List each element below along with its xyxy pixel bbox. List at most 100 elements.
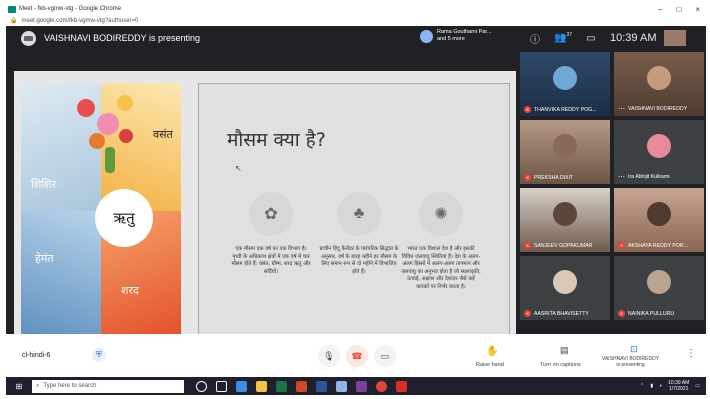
file-explorer-icon[interactable] <box>256 380 267 392</box>
ritu-center-label: ऋतु <box>95 189 153 247</box>
shield-icon[interactable]: ⛨ <box>92 348 106 362</box>
participant-avatar <box>553 66 577 90</box>
edge-icon[interactable] <box>236 380 247 392</box>
camera-button[interactable]: ▭ <box>374 345 396 367</box>
minimize-button[interactable]: – <box>658 5 662 14</box>
chrome-icon[interactable] <box>376 380 387 392</box>
close-button[interactable]: × <box>695 5 700 14</box>
participant-avatar <box>647 66 671 90</box>
slide-column-text: एक मौसम एक वर्ष का एक विभाग है। पृथ्वी क… <box>231 246 311 275</box>
participant-tile[interactable]: ⋯ VAISHNAVI BODIREDDY <box>614 52 704 116</box>
participant-tile[interactable]: ⋯ Ira Abhijit Kulkarni <box>614 120 704 184</box>
search-placeholder: Type here to search <box>43 383 97 389</box>
excel-icon[interactable] <box>276 380 287 392</box>
acrobat-icon[interactable] <box>396 380 407 392</box>
participant-name: THANVIKA REDDY POG... <box>534 106 597 113</box>
address-bar[interactable]: 🔒 meet.google.com/fkb-vgmw-vtg?authuser=… <box>6 15 706 26</box>
leave-call-button[interactable]: ☎ <box>346 345 368 367</box>
participant-tile[interactable]: ✕ NAINIKA PULLURU <box>614 256 704 320</box>
volume-icon[interactable]: ◖ <box>659 383 662 389</box>
participant-avatar <box>553 270 577 294</box>
participant-tile[interactable]: ✕ SANJEEV GOPAKUMAR <box>520 188 610 252</box>
participant-name: AKSHAYA REDDY POR... <box>628 242 688 249</box>
mic-off-icon: ✕ <box>618 310 625 317</box>
mic-off-icon: ✕ <box>618 242 625 249</box>
presenting-suffix: is presenting <box>616 362 645 368</box>
meeting-code: cl-hindi-6 <box>22 352 51 359</box>
slide-content: मौसम क्या है? ↖ ✿ एक मौसम एक वर्ष का एक … <box>198 83 510 339</box>
speaker-more: and 5 more <box>437 36 465 42</box>
speaker-name: Rama Gouthami Par... <box>437 29 492 35</box>
slide-title: मौसम क्या है? <box>227 129 326 151</box>
hand-icon[interactable]: ✋ <box>486 346 498 357</box>
powerpoint-icon[interactable] <box>296 380 307 392</box>
mic-icon: 🎙 <box>323 350 335 361</box>
browser-title-bar: Meet - fkb-vgmw-vtg - Google Chrome – □ … <box>6 4 706 14</box>
search-icon: ⌕ <box>36 382 40 389</box>
participant-avatar <box>647 134 671 158</box>
windows-taskbar: ⊞ ⌕ Type here to search ⌃ ▮ ◖ 10:39 AM 1… <box>6 377 706 395</box>
maximize-button[interactable]: □ <box>676 5 681 14</box>
system-tray: ⌃ ▮ ◖ 10:39 AM 1/7/2021 ▭ <box>640 380 706 392</box>
season-sharad: शरद <box>121 284 139 297</box>
participant-name: Ira Abhijit Kulkarni <box>628 174 670 180</box>
self-view-thumbnail[interactable] <box>664 30 687 46</box>
lock-icon: 🔒 <box>10 18 18 24</box>
captions-label[interactable]: Turn on captions <box>540 362 581 368</box>
taskbar-apps <box>196 380 407 392</box>
plant-icon: ✿ <box>249 192 293 236</box>
meet-stage: VAISHNAVI BODIREDDY is presenting Rama G… <box>6 26 706 376</box>
raise-hand-label[interactable]: Raise hand <box>476 362 504 368</box>
participant-name: SANJEEV GOPAKUMAR <box>534 242 593 249</box>
meet-favicon-icon <box>8 5 16 13</box>
mic-off-icon: ✕ <box>524 174 531 181</box>
onenote-icon[interactable] <box>356 380 367 392</box>
network-icon[interactable]: ▮ <box>650 383 653 389</box>
participant-name: VAISHNAVI BODIREDDY <box>628 106 688 112</box>
task-view-icon[interactable] <box>216 380 227 392</box>
mic-button[interactable]: 🎙 <box>318 345 340 367</box>
participant-avatar <box>553 134 577 158</box>
photos-icon[interactable] <box>336 380 347 392</box>
taskbar-search[interactable]: ⌕ Type here to search <box>32 379 184 393</box>
season-vasant: वसंत <box>153 128 173 141</box>
captions-icon[interactable]: ▤ <box>560 345 569 356</box>
slide-column: ✺ भारत एक विशाल देश है और इसकी विविध जलव… <box>401 192 481 291</box>
system-clock[interactable]: 10:39 AM 1/7/2021 <box>668 380 689 392</box>
more-options-icon[interactable]: ⋮ <box>686 348 696 359</box>
cortana-icon[interactable] <box>196 380 207 392</box>
more-options-icon[interactable]: ⋯ <box>618 105 625 113</box>
participant-avatar <box>647 202 671 226</box>
windows-start-icon[interactable]: ⊞ <box>12 382 26 391</box>
participant-tile[interactable]: ✕ AASRITA BHAVISETTY <box>520 256 610 320</box>
seasons-graphic: वसंत शिशिर हेमंत शरद ऋतु <box>21 83 181 339</box>
participant-name: NAINIKA PULLURU <box>628 310 675 317</box>
participant-tile[interactable]: ✕ AKSHAYA REDDY POR... <box>614 188 704 252</box>
meeting-time: 10:39 AM <box>610 32 657 44</box>
participant-tile[interactable]: ✕ PREKSHA DIXIT <box>520 120 610 184</box>
presenting-status[interactable]: VAISHNAVI BODIREDDY is presenting <box>602 356 659 368</box>
flower-bouquet-icon <box>69 89 143 179</box>
info-icon[interactable]: ⓘ <box>526 31 544 46</box>
mic-off-icon: ✕ <box>524 310 531 317</box>
participant-avatar <box>647 270 671 294</box>
chat-icon[interactable]: ▭ <box>582 33 600 44</box>
bee-icon: ✺ <box>419 192 463 236</box>
season-hemant: हेमंत <box>35 252 54 265</box>
slide-column: ♣ प्राचीन हिंदू कैलेंडर के पारंपरिक सिद्… <box>319 192 399 276</box>
slide-column-text: भारत एक विशाल देश है और इसकी विविध जलवाय… <box>401 246 481 290</box>
participant-tile[interactable]: ✕ THANVIKA REDDY POG... <box>520 52 610 116</box>
url-text: meet.google.com/fkb-vgmw-vtg?authuser=0 <box>21 17 139 24</box>
notification-icon[interactable]: ▭ <box>695 383 700 389</box>
participant-name: AASRITA BHAVISETTY <box>534 310 589 317</box>
word-icon[interactable] <box>316 380 327 392</box>
more-options-icon[interactable]: ⋯ <box>618 173 625 181</box>
tray-chevron-icon[interactable]: ⌃ <box>640 383 644 389</box>
speaker-avatar <box>420 29 433 43</box>
people-icon[interactable]: 👥37 <box>554 32 572 43</box>
mic-off-icon: ✕ <box>524 242 531 249</box>
mic-off-icon: ✕ <box>524 106 531 113</box>
active-speaker-chip[interactable]: Rama Gouthami Par... and 5 more <box>420 29 491 43</box>
slide-column: ✿ एक मौसम एक वर्ष का एक विभाग है। पृथ्वी… <box>231 192 311 276</box>
present-icon[interactable]: ⊡ <box>630 344 638 355</box>
